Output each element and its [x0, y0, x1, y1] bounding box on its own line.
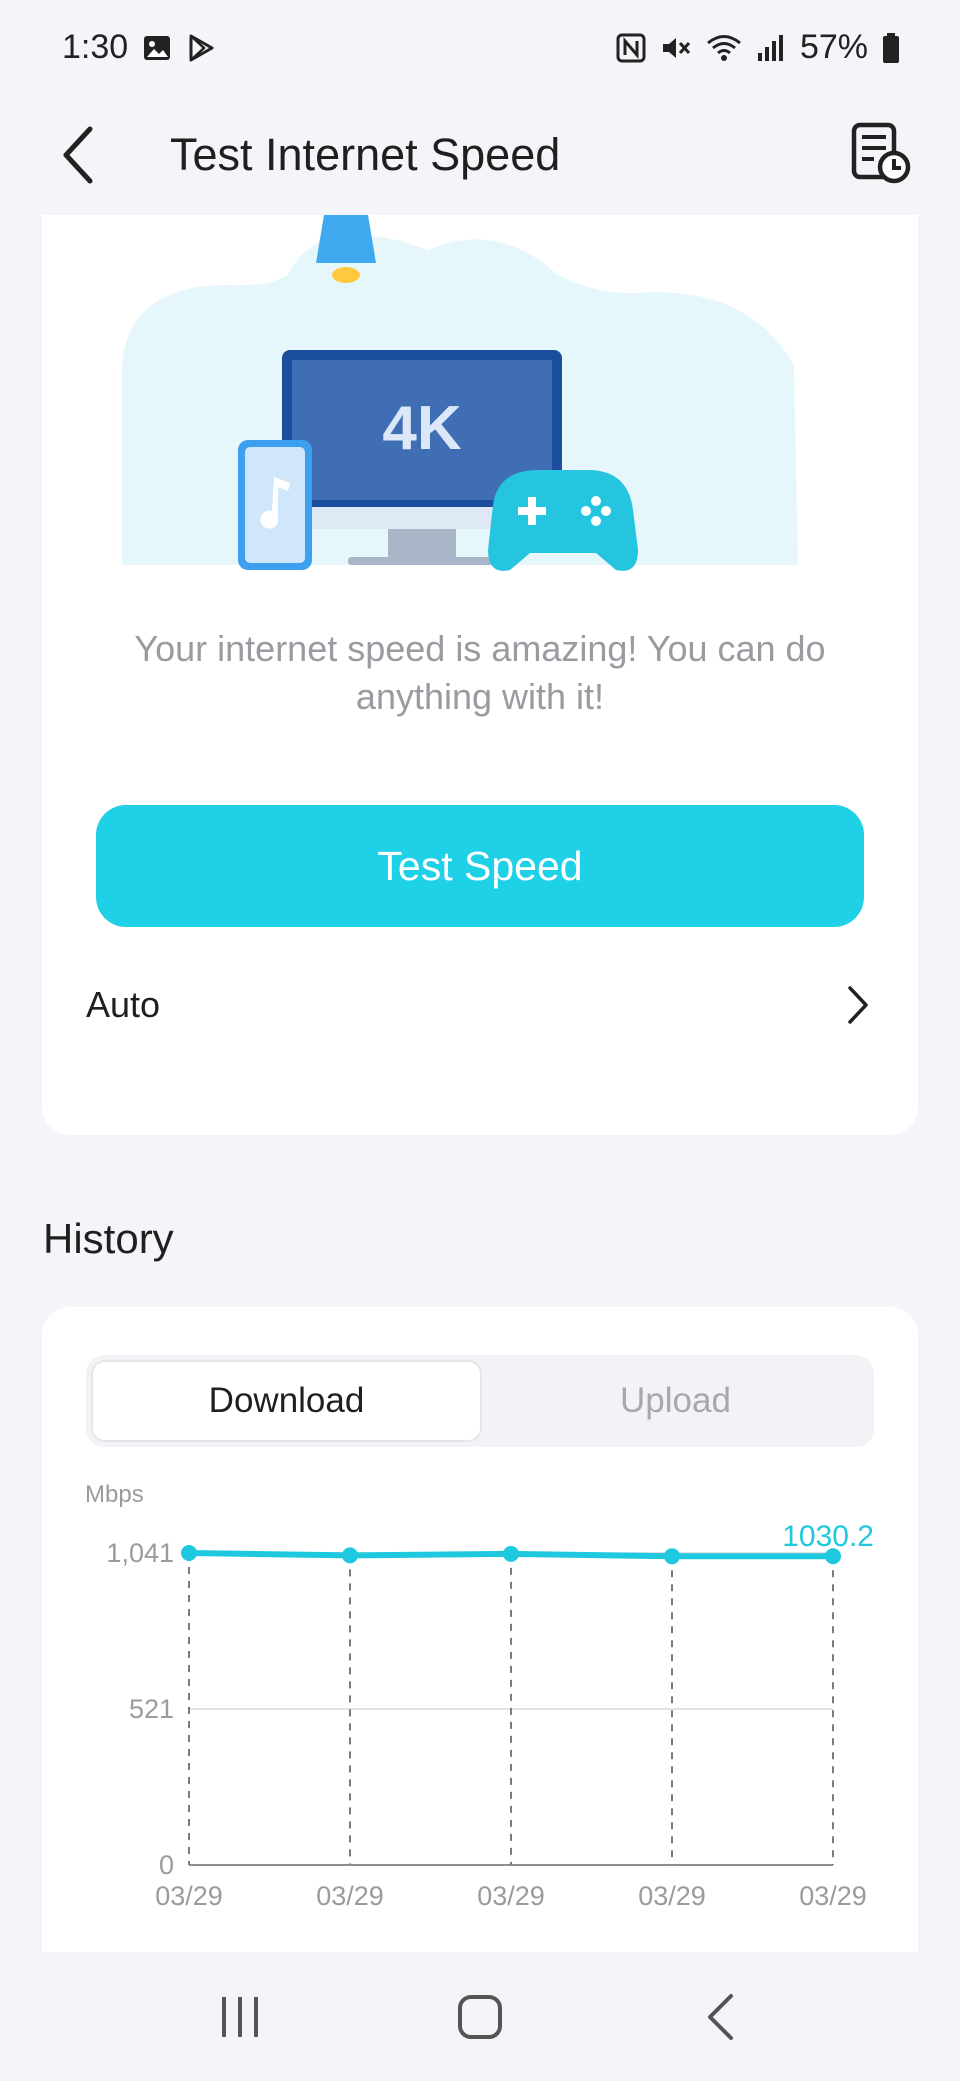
auto-server-row[interactable]: Auto: [42, 955, 918, 1055]
system-back-button[interactable]: [670, 1967, 770, 2067]
mute-icon: [660, 33, 692, 63]
status-left: 1:30: [62, 28, 216, 67]
status-bar: 1:30 57%: [0, 0, 960, 95]
speed-result-card: 4K Your internet speed is amazing! You c…: [42, 215, 918, 1135]
nfc-icon: [616, 33, 646, 63]
speed-report-button[interactable]: [840, 113, 920, 193]
play-store-icon: [186, 33, 216, 63]
recent-apps-icon: [222, 1996, 258, 2037]
tab-download[interactable]: Download: [91, 1360, 482, 1442]
image-icon: [142, 33, 172, 63]
signal-icon: [756, 33, 786, 63]
status-right: 57%: [616, 28, 900, 67]
app-header: Test Internet Speed: [0, 95, 960, 215]
chart-ylabel: Mbps: [85, 1481, 144, 1508]
chart-xtick-label: 03/29: [316, 1881, 384, 1911]
chart-data-point: [181, 1545, 197, 1561]
wifi-icon: [706, 33, 742, 63]
history-tabs: Download Upload: [86, 1355, 874, 1447]
chart-ytick-label: 1,041: [106, 1538, 174, 1568]
chart-ytick-label: 0: [159, 1850, 174, 1880]
history-chart: Mbps 0 521 1,041 03/29 03/29 03/29 03/29 03/29…: [42, 1467, 918, 1937]
system-nav-bar: [0, 1952, 960, 2081]
auto-label: Auto: [86, 984, 161, 1025]
history-line-chart: Mbps 0 521 1,041 03/29 03/29 03/29 03/29 03/29…: [85, 1481, 874, 1911]
status-time: 1:30: [62, 28, 129, 66]
chart-data-point: [664, 1548, 680, 1565]
phone-music-icon: [238, 440, 312, 570]
speed-illustration: 4K: [122, 215, 798, 571]
chart-data-point: [342, 1547, 358, 1564]
back-chevron-icon: [708, 1993, 733, 2040]
battery-percent: 57%: [799, 28, 868, 66]
chart-xtick-label: 03/29: [477, 1881, 545, 1911]
chart-data-point: [503, 1545, 519, 1562]
chart-last-value-label: 1030.2: [782, 1520, 874, 1553]
home-icon: [458, 1994, 502, 2039]
back-button[interactable]: [48, 115, 108, 195]
monitor-screen-text: 4K: [382, 394, 461, 463]
home-button[interactable]: [430, 1967, 530, 2067]
history-title: History: [43, 1215, 174, 1262]
test-speed-button[interactable]: Test Speed: [96, 805, 864, 927]
page-title: Test Internet Speed: [170, 129, 561, 180]
tab-upload[interactable]: Upload: [482, 1360, 869, 1442]
chart-xtick-label: 03/29: [638, 1881, 706, 1911]
back-arrow-icon: [63, 126, 93, 184]
report-history-icon: [851, 122, 911, 184]
history-card: Download Upload Mbps 0 521 1,041 03/29 03/2…: [42, 1307, 918, 1952]
battery-icon: [882, 32, 900, 64]
speed-message: Your internet speed is amazing! You can …: [134, 628, 826, 717]
chart-xtick-label: 03/29: [155, 1881, 223, 1911]
chart-ytick-label: 521: [129, 1694, 174, 1724]
recent-apps-button[interactable]: [190, 1967, 290, 2067]
chart-xtick-label: 03/29: [799, 1881, 867, 1911]
chevron-right-icon: [848, 986, 868, 1024]
